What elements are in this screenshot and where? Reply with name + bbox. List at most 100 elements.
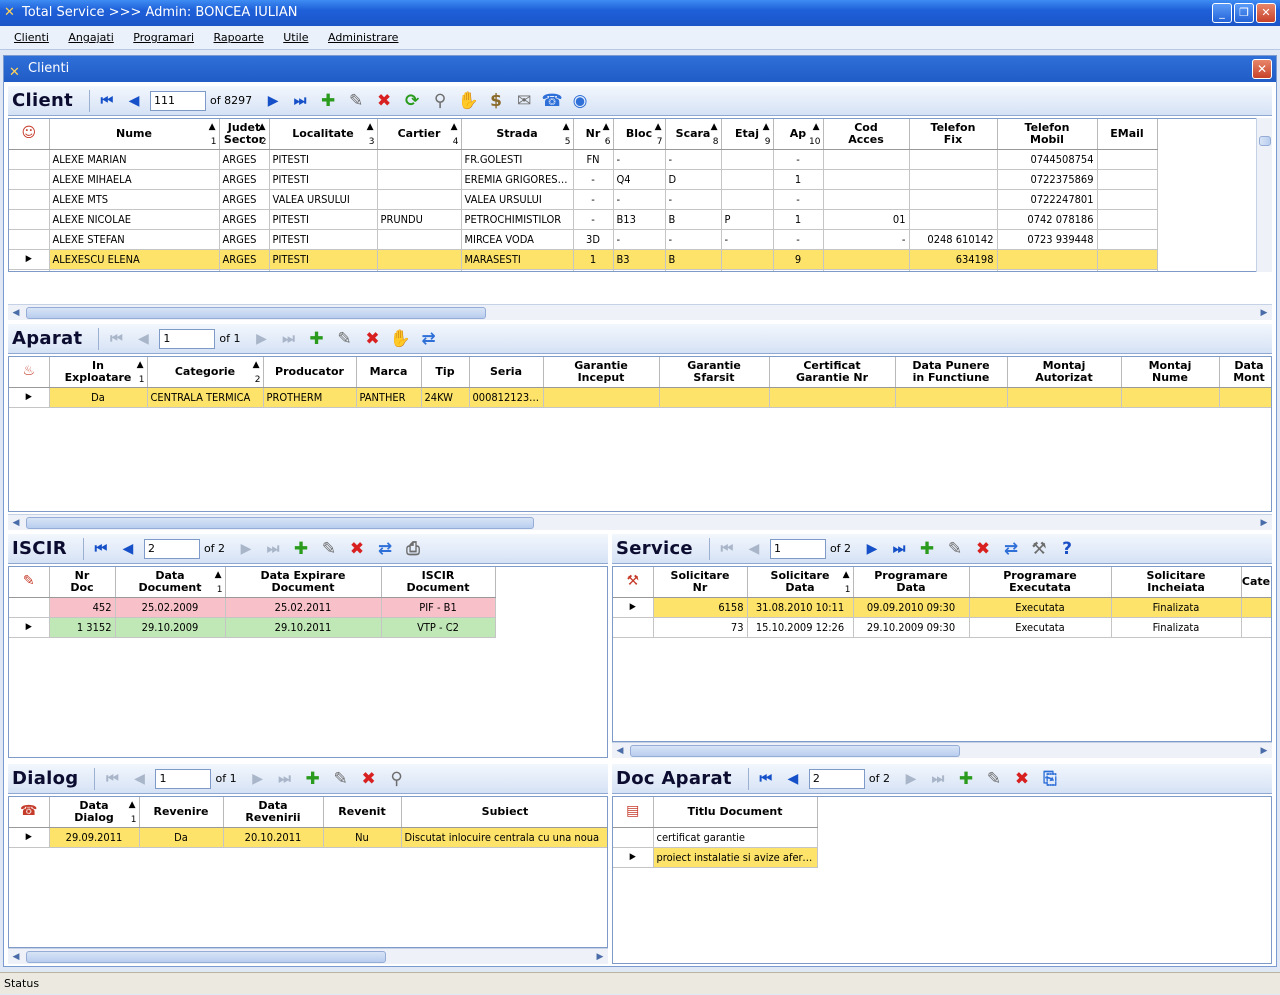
client-row[interactable]: ALEXE MIHAELA ARGES PITESTI EREMIA GRIGORES… bbox=[9, 169, 1158, 190]
dialog-horizontal-scrollbar[interactable]: ◀ ▶ bbox=[8, 948, 608, 964]
dialog-column-header[interactable]: Data Revenirii bbox=[223, 797, 324, 828]
client-cell[interactable]: EREMIA GRIGORESCU bbox=[461, 169, 574, 190]
client-row[interactable]: ALEXE MTS ARGES VALEA URSULUI VALEA URSULUI… bbox=[9, 189, 1158, 210]
dialog-column-header[interactable]: Revenire bbox=[139, 797, 224, 828]
service-first-record-button[interactable]: ⏮ bbox=[716, 538, 738, 560]
dialog-add-button[interactable]: ✚ bbox=[301, 767, 325, 791]
client-cell[interactable]: PITESTI bbox=[269, 229, 378, 250]
row-selector[interactable]: ▶ bbox=[9, 617, 50, 638]
row-selector[interactable]: ▶ bbox=[9, 387, 50, 408]
aparat-column-header[interactable]: Categorie 2 ▲ bbox=[147, 357, 264, 388]
client-cell[interactable]: ALEXE MARIAN bbox=[49, 149, 220, 170]
iscir-column-header[interactable]: ISCIR Document bbox=[381, 567, 496, 598]
client-next-record-button[interactable]: ▶ bbox=[262, 90, 284, 112]
aparat-column-header[interactable]: Montaj Autorizat bbox=[1007, 357, 1122, 388]
client-cell[interactable]: 9 bbox=[773, 249, 824, 270]
dialog-edit-button[interactable]: ✎ bbox=[329, 767, 353, 791]
client-cell[interactable]: 0248 610142 bbox=[909, 229, 998, 250]
iscir-cell[interactable]: VTP - C2 bbox=[381, 617, 496, 638]
client-first-record-button[interactable]: ⏮ bbox=[96, 90, 118, 112]
client-cell[interactable]: - bbox=[613, 189, 666, 210]
client-row[interactable]: ALEXE NICOLAE ARGES PITESTI PRUNDU PETROCHIM… bbox=[9, 209, 1158, 230]
row-selector[interactable]: ▶ bbox=[613, 597, 654, 618]
client-cell[interactable]: - bbox=[773, 189, 824, 210]
client-cell[interactable]: 0722247801 bbox=[997, 189, 1098, 210]
client-cell[interactable]: - bbox=[573, 189, 614, 210]
scroll-thumb[interactable] bbox=[26, 951, 386, 963]
client-cell[interactable]: - bbox=[613, 229, 666, 250]
scroll-left-icon[interactable]: ◀ bbox=[612, 743, 628, 759]
service-column-header[interactable]: Solicitare Incheiata bbox=[1111, 567, 1242, 598]
client-cell[interactable]: 1 bbox=[773, 209, 824, 230]
aparat-cell[interactable] bbox=[1121, 387, 1220, 408]
client-cell[interactable]: B bbox=[665, 209, 722, 230]
client-cell[interactable]: B3 bbox=[613, 249, 666, 270]
client-last-record-button[interactable]: ⏭ bbox=[289, 90, 311, 112]
aparat-column-header[interactable]: Garantie Sfarsit bbox=[659, 357, 770, 388]
docaparat-row[interactable]: certificat garantie bbox=[613, 827, 818, 848]
iscir-add-button[interactable]: ✚ bbox=[289, 537, 313, 561]
client-column-header[interactable]: Telefon Mobil bbox=[997, 119, 1098, 150]
dialog-column-header[interactable]: Revenit bbox=[323, 797, 402, 828]
client-cell[interactable]: PITESTI bbox=[269, 169, 378, 190]
minimize-button[interactable]: _ bbox=[1212, 3, 1232, 23]
client-cell[interactable] bbox=[823, 249, 910, 270]
service-delete-button[interactable]: ✖ bbox=[971, 537, 995, 561]
menu-angajati[interactable]: Angajati bbox=[60, 26, 121, 50]
client-cell[interactable] bbox=[909, 269, 998, 271]
client-cell[interactable] bbox=[721, 149, 774, 170]
row-selector[interactable]: ▶ bbox=[613, 847, 654, 868]
client-column-header[interactable]: Nr 6 ▲ bbox=[573, 119, 614, 150]
client-column-header[interactable]: Cartier 4 ▲ bbox=[377, 119, 462, 150]
client-cell[interactable]: B13 bbox=[613, 209, 666, 230]
client-cell[interactable] bbox=[773, 269, 824, 271]
iscir-delete-button[interactable]: ✖ bbox=[345, 537, 369, 561]
client-cell[interactable]: PITESTI bbox=[269, 209, 378, 230]
client-cell[interactable]: ALEXE MTS bbox=[49, 189, 220, 210]
iscir-cell[interactable]: 452 bbox=[49, 597, 116, 618]
iscir-column-header[interactable]: Nr Doc bbox=[49, 567, 116, 598]
client-cell[interactable]: PITESTI bbox=[269, 149, 378, 170]
client-cell[interactable]: 01 bbox=[823, 209, 910, 230]
client-cell[interactable] bbox=[1097, 169, 1158, 190]
client-cell[interactable]: 0723 939448 bbox=[997, 229, 1098, 250]
docaparat-prev-record-button[interactable]: ◀ bbox=[782, 768, 804, 790]
aparat-cell[interactable]: Da bbox=[49, 387, 148, 408]
client-handshake-button[interactable]: ✋ bbox=[456, 89, 480, 113]
client-cell[interactable]: MARASESTI bbox=[461, 249, 574, 270]
client-edit-button[interactable]: ✎ bbox=[344, 89, 368, 113]
service-column-header[interactable]: Programare Executata bbox=[969, 567, 1112, 598]
dialog-next-record-button[interactable]: ▶ bbox=[247, 768, 269, 790]
dialog-column-header[interactable]: Data Dialog 1 ▲ bbox=[49, 797, 140, 828]
client-column-header[interactable]: Etaj 9 ▲ bbox=[721, 119, 774, 150]
client-row[interactable]: ALEXESCU MIHAIARGESMOSOAIA SMEURA73 074560… bbox=[9, 269, 1158, 271]
iscir-next-record-button[interactable]: ▶ bbox=[235, 538, 257, 560]
client-cell[interactable]: - bbox=[665, 149, 722, 170]
iscir-column-header[interactable]: Data Document 1 ▲ bbox=[115, 567, 226, 598]
iscir-print-button[interactable]: ⎙ bbox=[401, 537, 425, 561]
client-cell[interactable]: VALEA URSULUI bbox=[269, 189, 378, 210]
client-cell[interactable]: 1 bbox=[773, 169, 824, 190]
iscir-prev-record-button[interactable]: ◀ bbox=[117, 538, 139, 560]
aparat-cell[interactable] bbox=[659, 387, 770, 408]
docaparat-last-record-button[interactable]: ⏭ bbox=[927, 768, 949, 790]
service-edit-button[interactable]: ✎ bbox=[943, 537, 967, 561]
client-cell[interactable] bbox=[1097, 149, 1158, 170]
client-cell[interactable]: ALEXE NICOLAE bbox=[49, 209, 220, 230]
service-position-input[interactable] bbox=[769, 538, 826, 559]
client-column-header[interactable]: Cod Acces bbox=[823, 119, 910, 150]
service-cell[interactable] bbox=[1241, 617, 1271, 638]
client-cell[interactable]: - bbox=[613, 149, 666, 170]
client-cell[interactable] bbox=[377, 169, 462, 190]
service-next-record-button[interactable]: ▶ bbox=[861, 538, 883, 560]
client-vertical-scrollbar[interactable] bbox=[1256, 118, 1272, 272]
iscir-row[interactable]: 452 25.02.2009 25.02.2011 PIF - B1 bbox=[9, 597, 496, 618]
client-cell[interactable]: ARGES bbox=[219, 209, 270, 230]
client-row[interactable]: ▶ ALEXESCU ELENA ARGES PITESTI MARASESTI 1 B3 B… bbox=[9, 249, 1158, 270]
aparat-row[interactable]: ▶ Da CENTRALA TERMICA PROTHERM PANTHER 24KW 00… bbox=[9, 387, 1271, 408]
aparat-next-record-button[interactable]: ▶ bbox=[251, 328, 273, 350]
service-cell[interactable]: 73 bbox=[653, 617, 748, 638]
service-column-header[interactable]: Cate bbox=[1241, 567, 1271, 598]
row-selector[interactable]: ▶ bbox=[9, 827, 50, 848]
client-cell[interactable]: FR.GOLESTI bbox=[461, 149, 574, 170]
